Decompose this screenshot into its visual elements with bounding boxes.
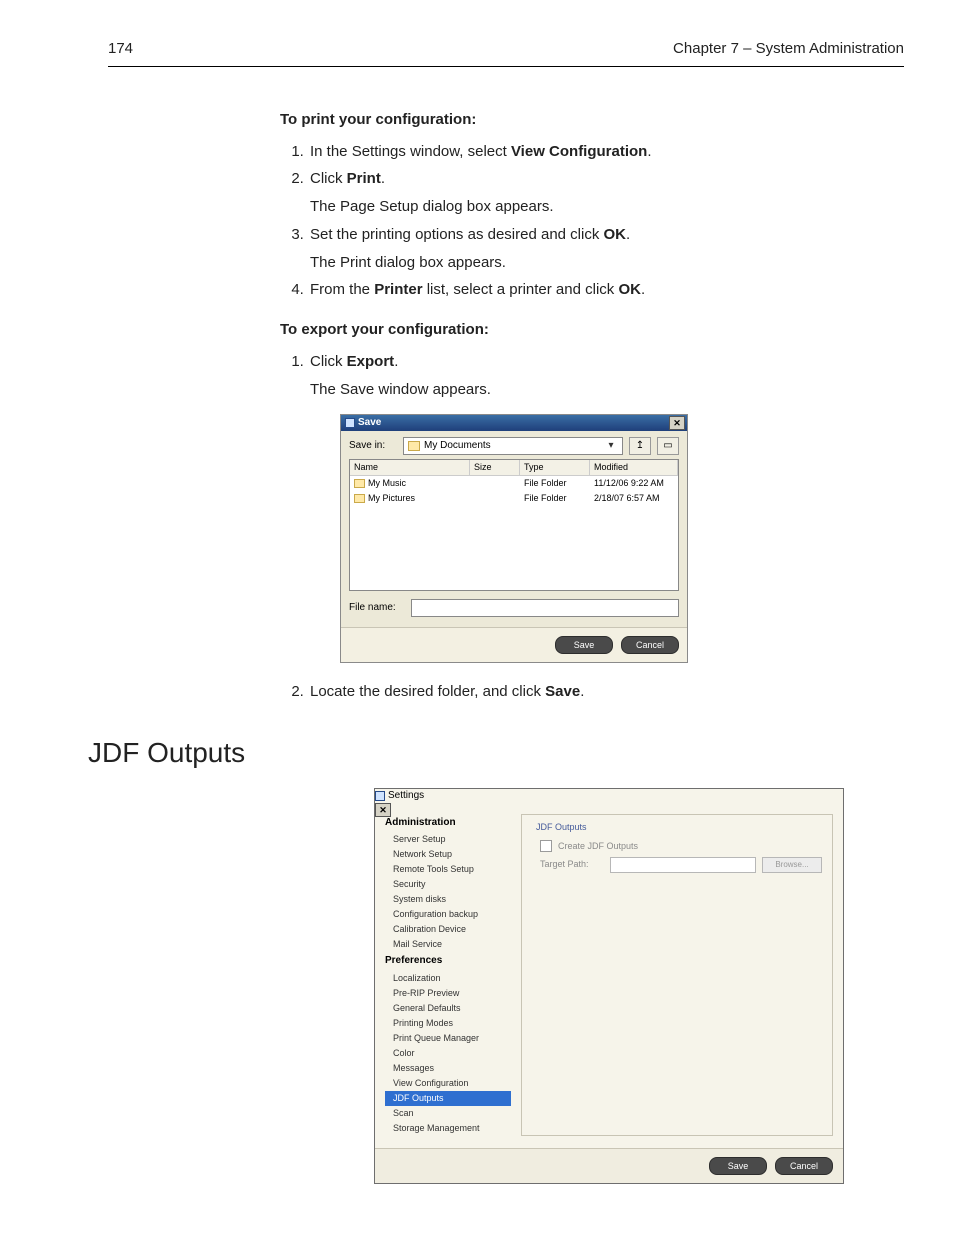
- step-followup: The Page Setup dialog box appears.: [310, 196, 904, 218]
- save-in-label: Save in:: [349, 439, 397, 454]
- save-dialog-title: Save: [358, 416, 381, 431]
- table-row[interactable]: My Music File Folder 11/12/06 9:22 AM: [350, 476, 678, 491]
- print-config-heading: To print your configuration:: [280, 109, 904, 131]
- settings-dialog: Settings ✕ Administration Server Setup N…: [374, 788, 844, 1185]
- nav-item-system-disks[interactable]: System disks: [385, 892, 511, 907]
- nav-item-pre-rip-preview[interactable]: Pre-RIP Preview: [385, 986, 511, 1001]
- step-item: In the Settings window, select View Conf…: [308, 141, 904, 163]
- cancel-button[interactable]: Cancel: [775, 1157, 833, 1175]
- export-config-steps: Click Export. The Save window appears. S…: [280, 351, 904, 703]
- col-name[interactable]: Name: [350, 460, 470, 476]
- settings-dialog-titlebar: Settings ✕: [375, 789, 843, 804]
- nav-item-jdf-outputs[interactable]: JDF Outputs: [385, 1091, 511, 1106]
- page-number: 174: [108, 38, 133, 60]
- folder-icon: [408, 441, 420, 451]
- chevron-down-icon[interactable]: ▾: [604, 439, 618, 454]
- step-item: Click Print. The Page Setup dialog box a…: [308, 168, 904, 218]
- nav-item-configuration-backup[interactable]: Configuration backup: [385, 907, 511, 922]
- app-icon: [375, 791, 385, 801]
- step-item: Set the printing options as desired and …: [308, 224, 904, 274]
- target-path-label: Target Path:: [540, 858, 604, 871]
- save-dialog-titlebar: Save ✕: [341, 415, 687, 431]
- settings-dialog-title: Settings: [388, 789, 424, 804]
- nav-item-view-configuration[interactable]: View Configuration: [385, 1076, 511, 1091]
- nav-group-preferences: Preferences: [385, 954, 511, 969]
- save-button[interactable]: Save: [555, 636, 613, 654]
- table-row[interactable]: My Pictures File Folder 2/18/07 6:57 AM: [350, 491, 678, 506]
- save-in-combo[interactable]: My Documents ▾: [403, 437, 623, 455]
- nav-item-mail-service[interactable]: Mail Service: [385, 937, 511, 952]
- nav-item-messages[interactable]: Messages: [385, 1061, 511, 1076]
- step-item: Locate the desired folder, and click Sav…: [308, 681, 904, 703]
- new-folder-icon: ▭: [663, 439, 672, 454]
- file-name-label: File name:: [349, 601, 405, 616]
- col-size[interactable]: Size: [470, 460, 520, 476]
- export-config-heading: To export your configuration:: [280, 319, 904, 341]
- up-folder-button[interactable]: ↥: [629, 437, 651, 455]
- app-icon: [345, 418, 355, 428]
- page-header: 174 Chapter 7 – System Administration: [108, 38, 904, 67]
- settings-nav: Administration Server Setup Network Setu…: [385, 814, 511, 1137]
- nav-item-printing-modes[interactable]: Printing Modes: [385, 1016, 511, 1031]
- nav-item-localization[interactable]: Localization: [385, 971, 511, 986]
- step-followup: The Print dialog box appears.: [310, 252, 904, 274]
- nav-item-network-setup[interactable]: Network Setup: [385, 847, 511, 862]
- nav-item-general-defaults[interactable]: General Defaults: [385, 1001, 511, 1016]
- save-in-value: My Documents: [424, 439, 600, 454]
- nav-item-calibration-device[interactable]: Calibration Device: [385, 922, 511, 937]
- close-icon[interactable]: ✕: [669, 416, 685, 430]
- nav-item-scan[interactable]: Scan: [385, 1106, 511, 1121]
- nav-item-server-setup[interactable]: Server Setup: [385, 832, 511, 847]
- up-arrow-icon: ↥: [636, 439, 644, 454]
- folder-icon: [354, 494, 365, 503]
- chapter-title: Chapter 7 – System Administration: [673, 38, 904, 60]
- panel-group-label: JDF Outputs: [532, 821, 591, 834]
- browse-button[interactable]: Browse...: [762, 857, 822, 873]
- file-list-header: Name Size Type Modified: [350, 460, 678, 476]
- cancel-button[interactable]: Cancel: [621, 636, 679, 654]
- settings-panel: JDF Outputs Create JDF Outputs Target Pa…: [521, 814, 833, 1137]
- new-folder-button[interactable]: ▭: [657, 437, 679, 455]
- col-modified[interactable]: Modified: [590, 460, 678, 476]
- nav-item-security[interactable]: Security: [385, 877, 511, 892]
- nav-item-storage-management[interactable]: Storage Management: [385, 1121, 511, 1136]
- col-type[interactable]: Type: [520, 460, 590, 476]
- file-list[interactable]: Name Size Type Modified My Music File Fo…: [349, 459, 679, 591]
- step-followup: The Save window appears.: [310, 379, 904, 401]
- print-config-steps: In the Settings window, select View Conf…: [280, 141, 904, 302]
- nav-item-remote-tools-setup[interactable]: Remote Tools Setup: [385, 862, 511, 877]
- create-jdf-label: Create JDF Outputs: [558, 840, 638, 853]
- save-button[interactable]: Save: [709, 1157, 767, 1175]
- step-item: From the Printer list, select a printer …: [308, 279, 904, 301]
- target-path-input[interactable]: [610, 857, 756, 873]
- save-dialog: Save ✕ Save in: My Documents ▾ ↥: [340, 414, 688, 663]
- nav-item-print-queue-manager[interactable]: Print Queue Manager: [385, 1031, 511, 1046]
- file-name-input[interactable]: [411, 599, 679, 617]
- nav-group-admin: Administration: [385, 816, 511, 831]
- step-item: Click Export. The Save window appears. S…: [308, 351, 904, 664]
- folder-icon: [354, 479, 365, 488]
- create-jdf-checkbox[interactable]: [540, 840, 552, 852]
- nav-item-color[interactable]: Color: [385, 1046, 511, 1061]
- section-heading-jdf: JDF Outputs: [88, 733, 854, 774]
